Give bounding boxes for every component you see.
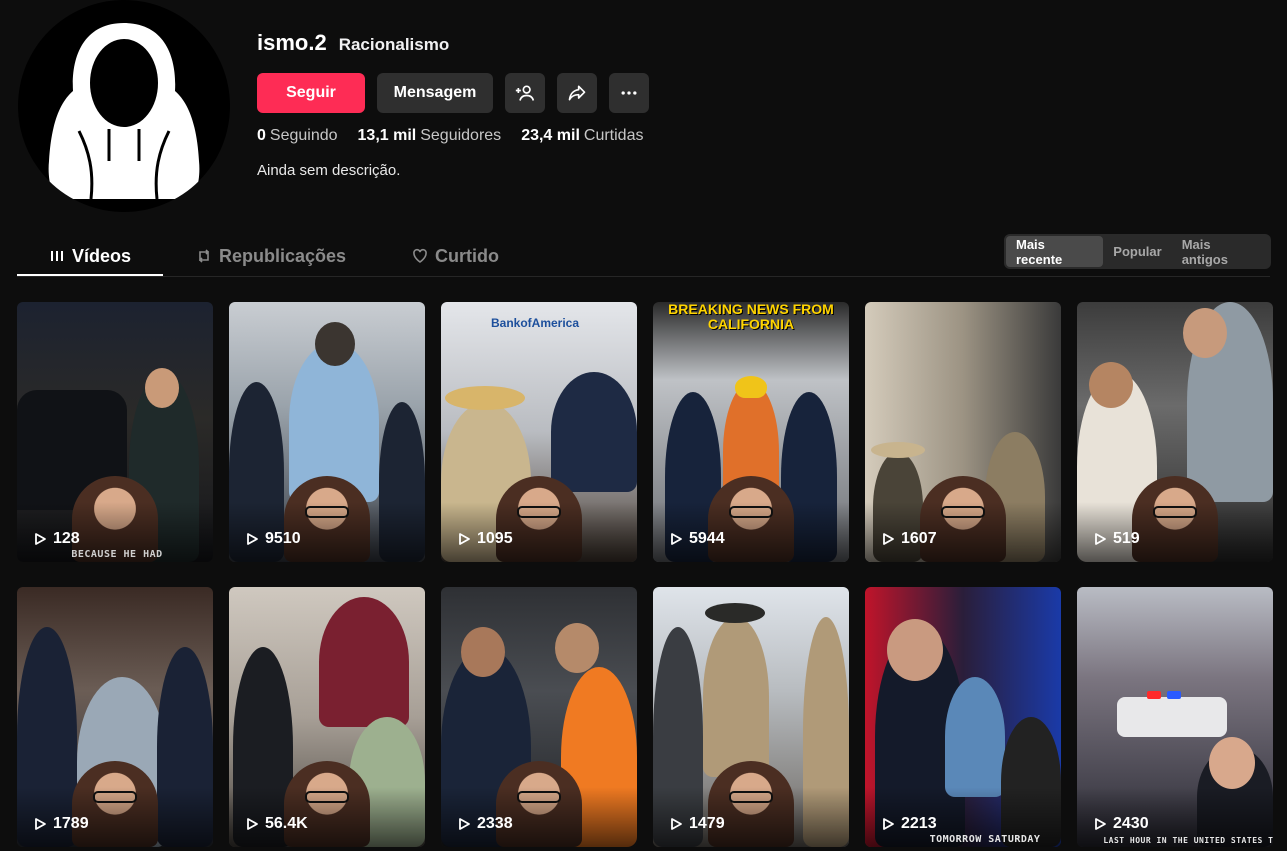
profile-stats: 0 Seguindo 13,1 mil Seguidores 23,4 mil Cur…	[257, 127, 643, 145]
video-card[interactable]: 2213 TOMORROW SATURDAY	[865, 587, 1061, 847]
tab-label: Curtido	[435, 245, 500, 266]
video-card[interactable]: 2338	[441, 587, 637, 847]
view-count-text: 5944	[689, 530, 725, 547]
tab-label: Vídeos	[71, 245, 132, 266]
view-count-text: 1789	[53, 815, 89, 832]
add-friend-button[interactable]	[505, 73, 545, 113]
video-card[interactable]: 1789	[17, 587, 213, 847]
view-count: 128	[33, 530, 80, 548]
tabs-divider	[17, 276, 1270, 277]
repost-icon	[198, 249, 210, 263]
play-icon	[671, 818, 682, 830]
view-count: 1095	[457, 530, 513, 548]
view-count: 9510	[245, 530, 301, 548]
view-count: 519	[1093, 530, 1140, 548]
view-count-text: 1095	[477, 530, 513, 547]
video-card[interactable]: BankofAmerica 1095	[441, 302, 637, 562]
play-icon	[1095, 533, 1106, 545]
view-count: 2430	[1093, 815, 1149, 833]
view-count-text: 9510	[265, 530, 301, 547]
stat-value: 13,1 mil	[357, 127, 417, 144]
tab-label: Republicações	[219, 245, 347, 266]
view-count: 2213	[881, 815, 937, 833]
more-button[interactable]	[609, 73, 649, 113]
video-caption: LAST HOUR IN THE UNITED STATES TOMORROW	[1103, 836, 1273, 845]
stat-following[interactable]: 0 Seguindo	[257, 127, 338, 145]
view-count-text: 2338	[477, 815, 513, 832]
profile-page: ismo.2 Racionalismo Seguir Mensagem 0 Seg…	[0, 0, 1287, 851]
view-count: 5944	[669, 530, 725, 548]
sort-latest[interactable]: Mais recente	[1006, 236, 1104, 267]
video-card[interactable]: 56.4K	[229, 587, 425, 847]
video-caption: BECAUSE HE HAD	[71, 549, 163, 560]
video-card[interactable]: BREAKING NEWS FROM CALIFORNIA 5944	[653, 302, 849, 562]
play-icon	[459, 818, 470, 830]
profile-actions: Seguir Mensagem	[257, 73, 649, 113]
view-count-text: 2430	[1113, 815, 1149, 832]
view-count-text: 519	[1113, 530, 1140, 547]
sort-popular[interactable]: Popular	[1103, 236, 1171, 267]
play-icon	[671, 533, 682, 545]
username: ismo.2	[257, 30, 327, 55]
heart-icon	[413, 248, 427, 263]
play-icon	[247, 818, 258, 830]
video-caption: TOMORROW SATURDAY	[929, 834, 1041, 845]
stat-label: Seguidores	[420, 127, 502, 144]
view-count: 1789	[33, 815, 89, 833]
view-count-text: 2213	[901, 815, 937, 832]
view-count-text: 128	[53, 530, 80, 547]
more-dots-icon	[621, 91, 637, 95]
avatar[interactable]	[18, 0, 230, 212]
share-arrow-icon	[568, 85, 586, 101]
view-count: 1607	[881, 530, 937, 548]
play-icon	[1095, 818, 1106, 830]
video-headline: BREAKING NEWS FROM CALIFORNIA	[668, 302, 834, 332]
hoodie-avatar-icon	[48, 23, 200, 200]
stat-label: Seguindo	[269, 127, 338, 144]
profile-bio: Ainda sem descrição.	[257, 162, 401, 179]
sort-oldest[interactable]: Mais antigos	[1172, 236, 1269, 267]
video-card[interactable]: 9510	[229, 302, 425, 562]
nickname: Racionalismo	[338, 35, 450, 54]
profile-tabs: Vídeos Republicações Curtido	[17, 236, 499, 276]
video-grid: 128 BECAUSE HE HAD 9510 BankofAmerica 10…	[17, 302, 1273, 847]
view-count: 2338	[457, 815, 513, 833]
sort-toggle: Mais recente Popular Mais antigos	[1004, 234, 1271, 269]
view-count-text: 56.4K	[265, 815, 308, 832]
video-card[interactable]: 128 BECAUSE HE HAD	[17, 302, 213, 562]
play-icon	[883, 818, 894, 830]
tab-videos[interactable]: Vídeos	[17, 236, 163, 276]
video-card[interactable]: 2430 LAST HOUR IN THE UNITED STATES TOMO…	[1077, 587, 1273, 847]
view-count: 56.4K	[245, 815, 308, 833]
tab-liked[interactable]: Curtido	[412, 236, 499, 276]
video-card[interactable]: 1607	[865, 302, 1061, 562]
stat-label: Curtidas	[583, 127, 644, 144]
play-icon	[35, 818, 46, 830]
tab-reposts[interactable]: Republicações	[196, 236, 346, 276]
view-count: 1479	[669, 815, 725, 833]
person-plus-icon	[515, 85, 535, 101]
stat-value: 23,4 mil	[521, 127, 580, 144]
view-count-text: 1607	[901, 530, 937, 547]
view-count-text: 1479	[689, 815, 725, 832]
message-button[interactable]: Mensagem	[377, 73, 493, 113]
play-icon	[247, 533, 258, 545]
stat-value: 0	[257, 127, 266, 144]
share-button[interactable]	[557, 73, 597, 113]
video-card[interactable]: 1479	[653, 587, 849, 847]
play-icon	[883, 533, 894, 545]
follow-button[interactable]: Seguir	[257, 73, 365, 113]
grid-icon	[50, 251, 63, 261]
video-card[interactable]: 519	[1077, 302, 1273, 562]
play-icon	[459, 533, 470, 545]
stat-likes: 23,4 mil Curtidas	[521, 127, 643, 145]
stat-followers[interactable]: 13,1 mil Seguidores	[358, 127, 502, 145]
play-icon	[35, 533, 46, 545]
bank-sign: BankofAmerica	[491, 316, 580, 330]
